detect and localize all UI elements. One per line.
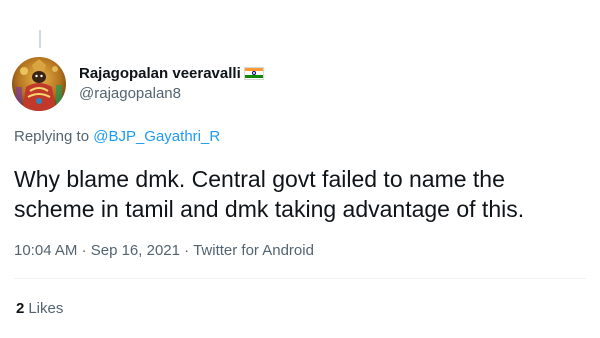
likes-label: Likes	[28, 300, 64, 317]
tweet-text-line-1: Why blame dmk. Central govt failed to na…	[14, 166, 505, 192]
meta-separator: ·	[184, 242, 190, 259]
india-flag-icon	[243, 66, 264, 80]
divider	[14, 278, 586, 279]
avatar[interactable]	[12, 57, 66, 111]
author-handle[interactable]: @rajagopalan8	[79, 85, 264, 102]
tweet-text: Why blame dmk. Central govt failed to na…	[14, 164, 586, 224]
replying-to-line: Replying to @BJP_Gayathri_R	[14, 128, 220, 145]
tweet-metadata: 10:04 AM · Sep 16, 2021 · Twitter for An…	[14, 242, 314, 259]
author-display-name[interactable]: Rajagopalan veeravalli	[79, 65, 241, 82]
replying-to-label: Replying to	[14, 128, 90, 145]
author-block: Rajagopalan veeravalli @rajagopalan8	[79, 63, 264, 102]
tweet-date-link[interactable]: Sep 16, 2021	[91, 242, 180, 259]
display-name-row: Rajagopalan veeravalli	[79, 63, 264, 83]
tweet-text-line-2: scheme in tamil and dmk taking advantage…	[14, 196, 525, 222]
likes-link[interactable]: 2 Likes	[16, 300, 63, 317]
avatar-image	[12, 57, 66, 111]
replying-to-mention-link[interactable]: @BJP_Gayathri_R	[93, 128, 220, 145]
tweet-source-link[interactable]: Twitter for Android	[193, 242, 314, 259]
tweet-time-link[interactable]: 10:04 AM	[14, 242, 77, 259]
meta-separator: ·	[81, 242, 87, 259]
likes-count: 2	[16, 300, 25, 317]
reply-thread-line	[39, 30, 41, 48]
